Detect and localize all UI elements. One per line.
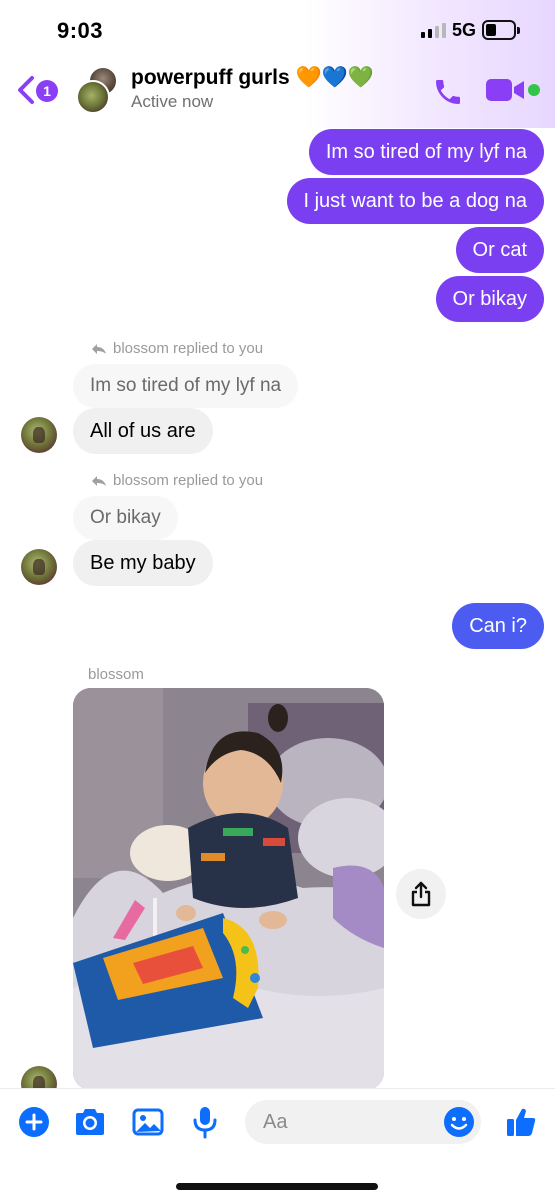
camera-button[interactable] [72, 1104, 108, 1140]
reply-note: blossom replied to you [91, 472, 263, 489]
signal-icon [421, 22, 446, 38]
thumbs-up-icon [507, 1108, 536, 1136]
message-bubble-incoming[interactable]: All of us are [73, 408, 213, 454]
quoted-message[interactable]: Im so tired of my lyf na [73, 364, 299, 408]
baby-photo [73, 688, 384, 1090]
sender-avatar[interactable] [21, 417, 57, 453]
member-avatar [76, 80, 110, 114]
video-call-button[interactable] [486, 78, 526, 102]
message-bubble-incoming[interactable]: Be my baby [73, 540, 213, 586]
battery-icon [482, 20, 520, 40]
camera-icon [76, 1109, 104, 1135]
divider [0, 1088, 555, 1089]
emoji-button[interactable] [443, 1106, 475, 1138]
chevron-left-icon [18, 76, 34, 104]
group-avatar[interactable] [74, 66, 124, 116]
sender-name: blossom [88, 666, 144, 683]
message-bubble-outgoing[interactable]: I just want to be a dog na [286, 178, 544, 224]
message-bubble-outgoing[interactable]: Or bikay [435, 276, 544, 322]
audio-call-button[interactable] [432, 76, 464, 108]
message-input[interactable] [263, 1100, 433, 1144]
reply-icon [92, 475, 106, 486]
share-icon [411, 881, 431, 907]
network-label: 5G [452, 20, 477, 40]
online-indicator [528, 84, 540, 96]
reply-note-text: blossom replied to you [113, 340, 264, 357]
smiley-icon [444, 1107, 474, 1137]
home-indicator [176, 1183, 378, 1190]
share-button[interactable] [396, 869, 446, 919]
reply-note: blossom replied to you [91, 340, 263, 357]
image-icon [132, 1108, 164, 1136]
plus-circle-icon [19, 1107, 49, 1137]
sender-avatar[interactable] [21, 549, 57, 585]
gallery-button[interactable] [130, 1104, 166, 1140]
reply-note-text: blossom replied to you [113, 472, 264, 489]
status-time: 9:03 [57, 18, 104, 43]
message-bubble-outgoing[interactable]: Im so tired of my lyf na [308, 129, 544, 175]
message-bubble-outgoing[interactable]: Can i? [452, 603, 544, 649]
voice-button[interactable] [187, 1104, 223, 1140]
like-button[interactable] [503, 1104, 539, 1140]
add-button[interactable] [16, 1104, 52, 1140]
message-bubble-outgoing[interactable]: Or cat [455, 227, 544, 273]
unread-badge: 1 [36, 80, 58, 102]
microphone-icon [193, 1107, 217, 1139]
photo-message[interactable] [73, 688, 384, 1090]
chat-title[interactable]: powerpuff gurls 🧡💙💚 [131, 66, 374, 90]
active-status: Active now [131, 92, 214, 111]
reply-icon [92, 343, 106, 354]
phone-icon [436, 80, 460, 104]
video-camera-icon [486, 79, 524, 101]
quoted-message[interactable]: Or bikay [73, 496, 178, 540]
